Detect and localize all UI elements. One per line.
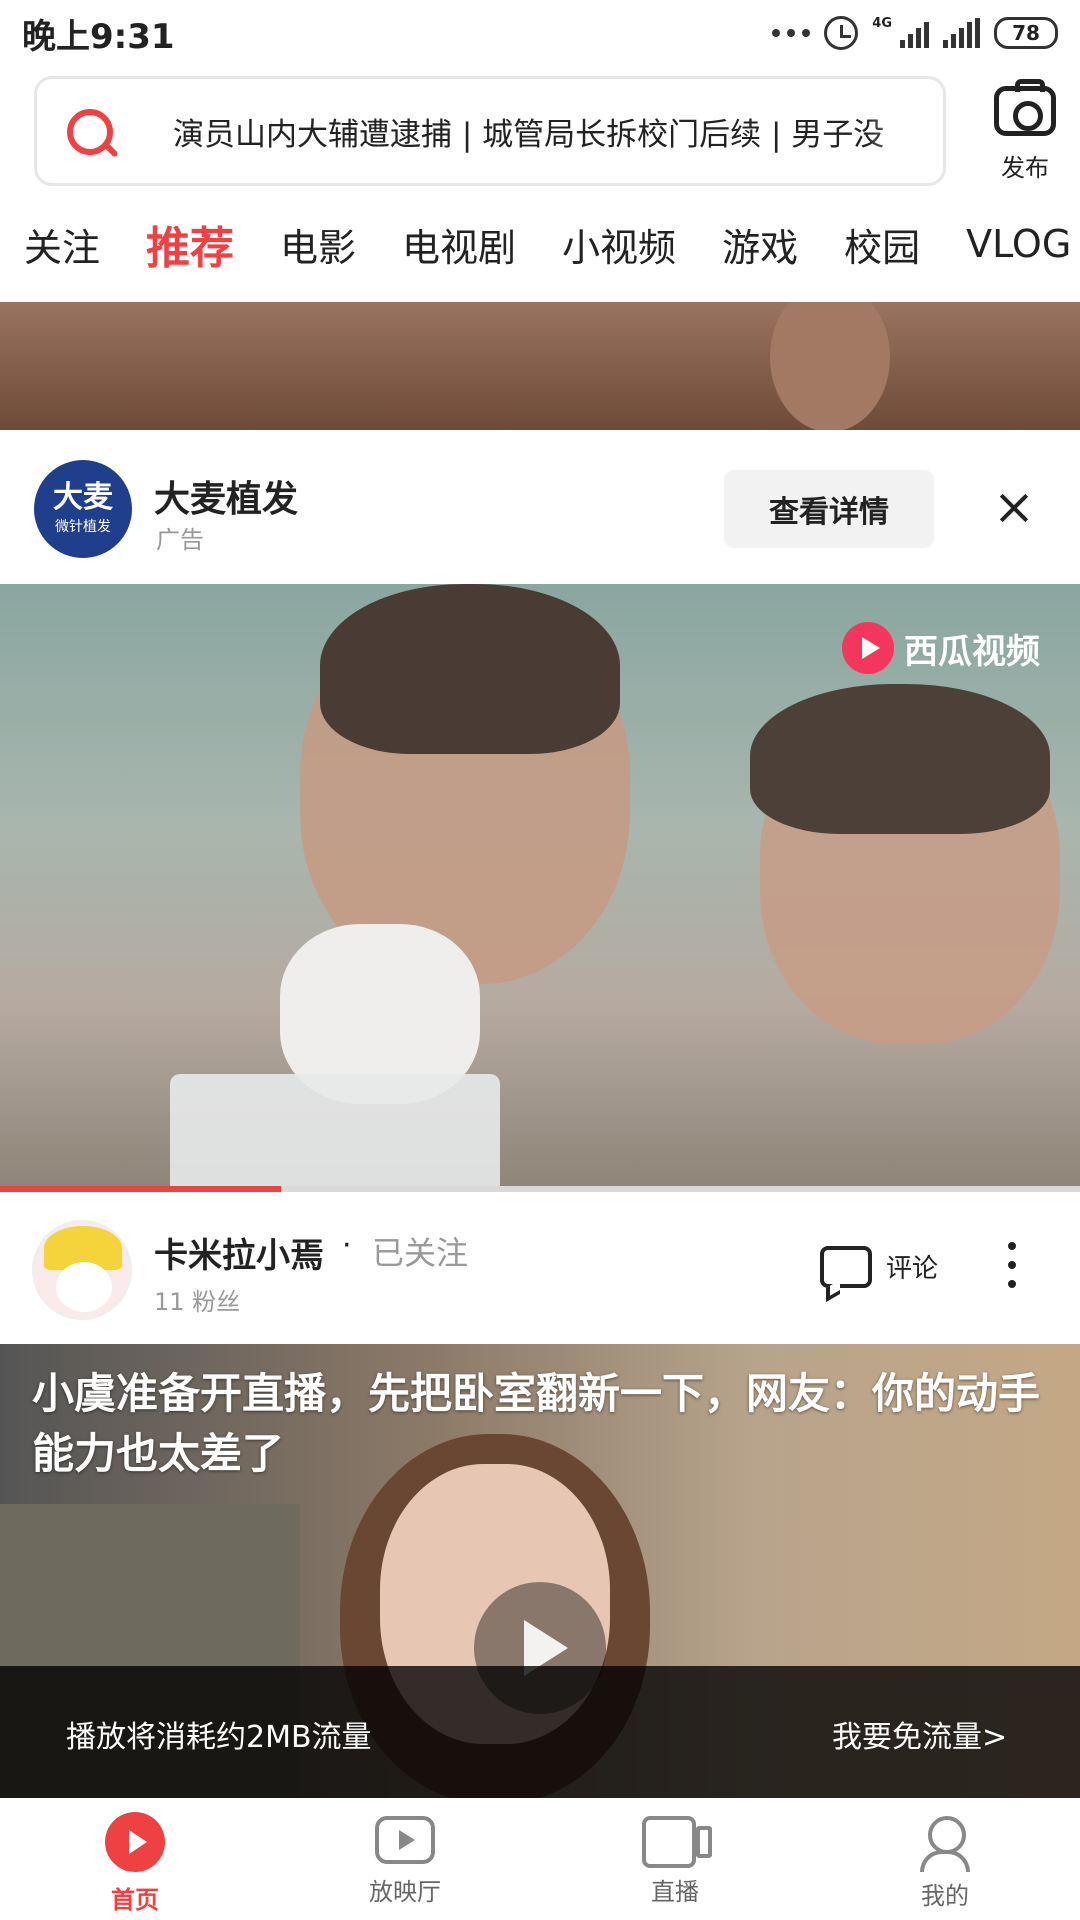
ad-avatar[interactable]: 大麦 微针植发 — [34, 460, 132, 558]
comment-label[interactable]: 评论 — [886, 1248, 938, 1285]
close-icon[interactable] — [996, 490, 1032, 526]
search-input[interactable]: 演员山内大辅遭逮捕 | 城管局长拆校门后续 | 男子没 — [34, 76, 946, 186]
bottom-nav: 首页 放映厅 直播 我的 — [0, 1798, 1080, 1920]
ad-avatar-logo-text: 大麦 — [53, 480, 113, 515]
author-row: 卡米拉小焉 · 已关注 11 粉丝 评论 — [0, 1192, 1080, 1344]
network-type: 4G — [872, 15, 892, 31]
alarm-icon — [824, 16, 859, 50]
signal-icon-2 — [943, 18, 980, 48]
home-icon — [105, 1812, 165, 1872]
author-separator: · — [342, 1228, 352, 1263]
category-tabs: 关注 推荐 电影 电视剧 小视频 游戏 校园 VLOG — [0, 204, 1080, 284]
live-camera-icon — [642, 1816, 712, 1868]
cinema-icon — [375, 1816, 435, 1864]
battery-level: 78 — [1012, 21, 1040, 45]
more-notifications-icon — [772, 29, 811, 37]
person-icon — [920, 1816, 970, 1872]
tab-follow[interactable]: 关注 — [24, 217, 100, 272]
video-card[interactable]: 小虞准备开直播，先把卧室翻新一下，网友：你的动手能力也太差了 播放将消耗约2MB… — [0, 1344, 1080, 1798]
tab-vlog[interactable]: VLOG — [966, 222, 1071, 266]
free-data-link[interactable]: 我要免流量> — [832, 1712, 1007, 1756]
previous-video-thumbnail[interactable] — [0, 302, 1080, 430]
data-usage-notice: 播放将消耗约2MB流量 — [66, 1720, 372, 1755]
tab-short-video[interactable]: 小视频 — [562, 217, 676, 272]
follow-status[interactable]: 已关注 — [372, 1228, 468, 1274]
ad-header: 大麦 微针植发 大麦植发 广告 查看详情 — [0, 430, 1080, 584]
video-frame-cup — [170, 1074, 500, 1188]
watermark-text: 西瓜视频 — [904, 631, 1040, 672]
nav-label-live: 直播 — [651, 1878, 699, 1906]
publish-button[interactable]: 发布 — [975, 76, 1075, 188]
comment-icon[interactable] — [820, 1246, 872, 1288]
xigua-logo-icon — [842, 622, 894, 674]
nav-item-cinema[interactable]: 放映厅 — [270, 1798, 540, 1920]
video-frame-figure-2-hair — [750, 684, 1050, 834]
search-row: 演员山内大辅遭逮捕 | 城管局长拆校门后续 | 男子没 发布 — [0, 76, 1080, 188]
tab-game[interactable]: 游戏 — [722, 217, 798, 272]
status-time: 晚上9:31 — [22, 16, 175, 57]
ad-tag: 广告 — [156, 526, 204, 554]
ad-name[interactable]: 大麦植发 — [154, 470, 298, 522]
signal-icon-1 — [900, 18, 929, 48]
nav-item-live[interactable]: 直播 — [540, 1798, 810, 1920]
video-title[interactable]: 小虞准备开直播，先把卧室翻新一下，网友：你的动手能力也太差了 — [32, 1364, 1052, 1484]
author-avatar[interactable] — [32, 1220, 132, 1320]
search-icon — [37, 79, 127, 183]
camera-icon — [994, 79, 1056, 136]
tab-tv-series[interactable]: 电视剧 — [402, 217, 516, 272]
more-icon[interactable] — [1008, 1242, 1016, 1288]
video-frame-figure-hair — [320, 584, 620, 754]
status-icons: 4G 78 — [772, 16, 1058, 50]
tab-recommend[interactable]: 推荐 — [146, 212, 234, 276]
nav-item-home[interactable]: 首页 — [0, 1798, 270, 1920]
tab-campus[interactable]: 校园 — [844, 217, 920, 272]
ad-avatar-logo-subtext: 微针植发 — [55, 519, 111, 535]
author-name[interactable]: 卡米拉小焉 — [154, 1228, 324, 1277]
author-fans-count: 11 粉丝 — [154, 1288, 241, 1316]
nav-label-me: 我的 — [921, 1882, 969, 1910]
tab-movie[interactable]: 电影 — [280, 217, 356, 272]
publish-label: 发布 — [1001, 154, 1049, 182]
view-details-button[interactable]: 查看详情 — [724, 470, 934, 548]
search-hot-text: 演员山内大辅遭逮捕 | 城管局长拆校门后续 | 男子没 — [173, 116, 885, 153]
data-usage-banner: 播放将消耗约2MB流量 我要免流量> — [0, 1666, 1080, 1798]
nav-label-cinema: 放映厅 — [369, 1878, 441, 1906]
battery-icon: 78 — [994, 17, 1058, 49]
video-player[interactable]: 西瓜视频 — [0, 584, 1080, 1188]
watermark: 西瓜视频 — [842, 622, 1040, 674]
nav-item-me[interactable]: 我的 — [810, 1798, 1080, 1920]
nav-label-home: 首页 — [111, 1886, 159, 1914]
status-bar: 晚上9:31 4G 78 — [0, 0, 1080, 66]
